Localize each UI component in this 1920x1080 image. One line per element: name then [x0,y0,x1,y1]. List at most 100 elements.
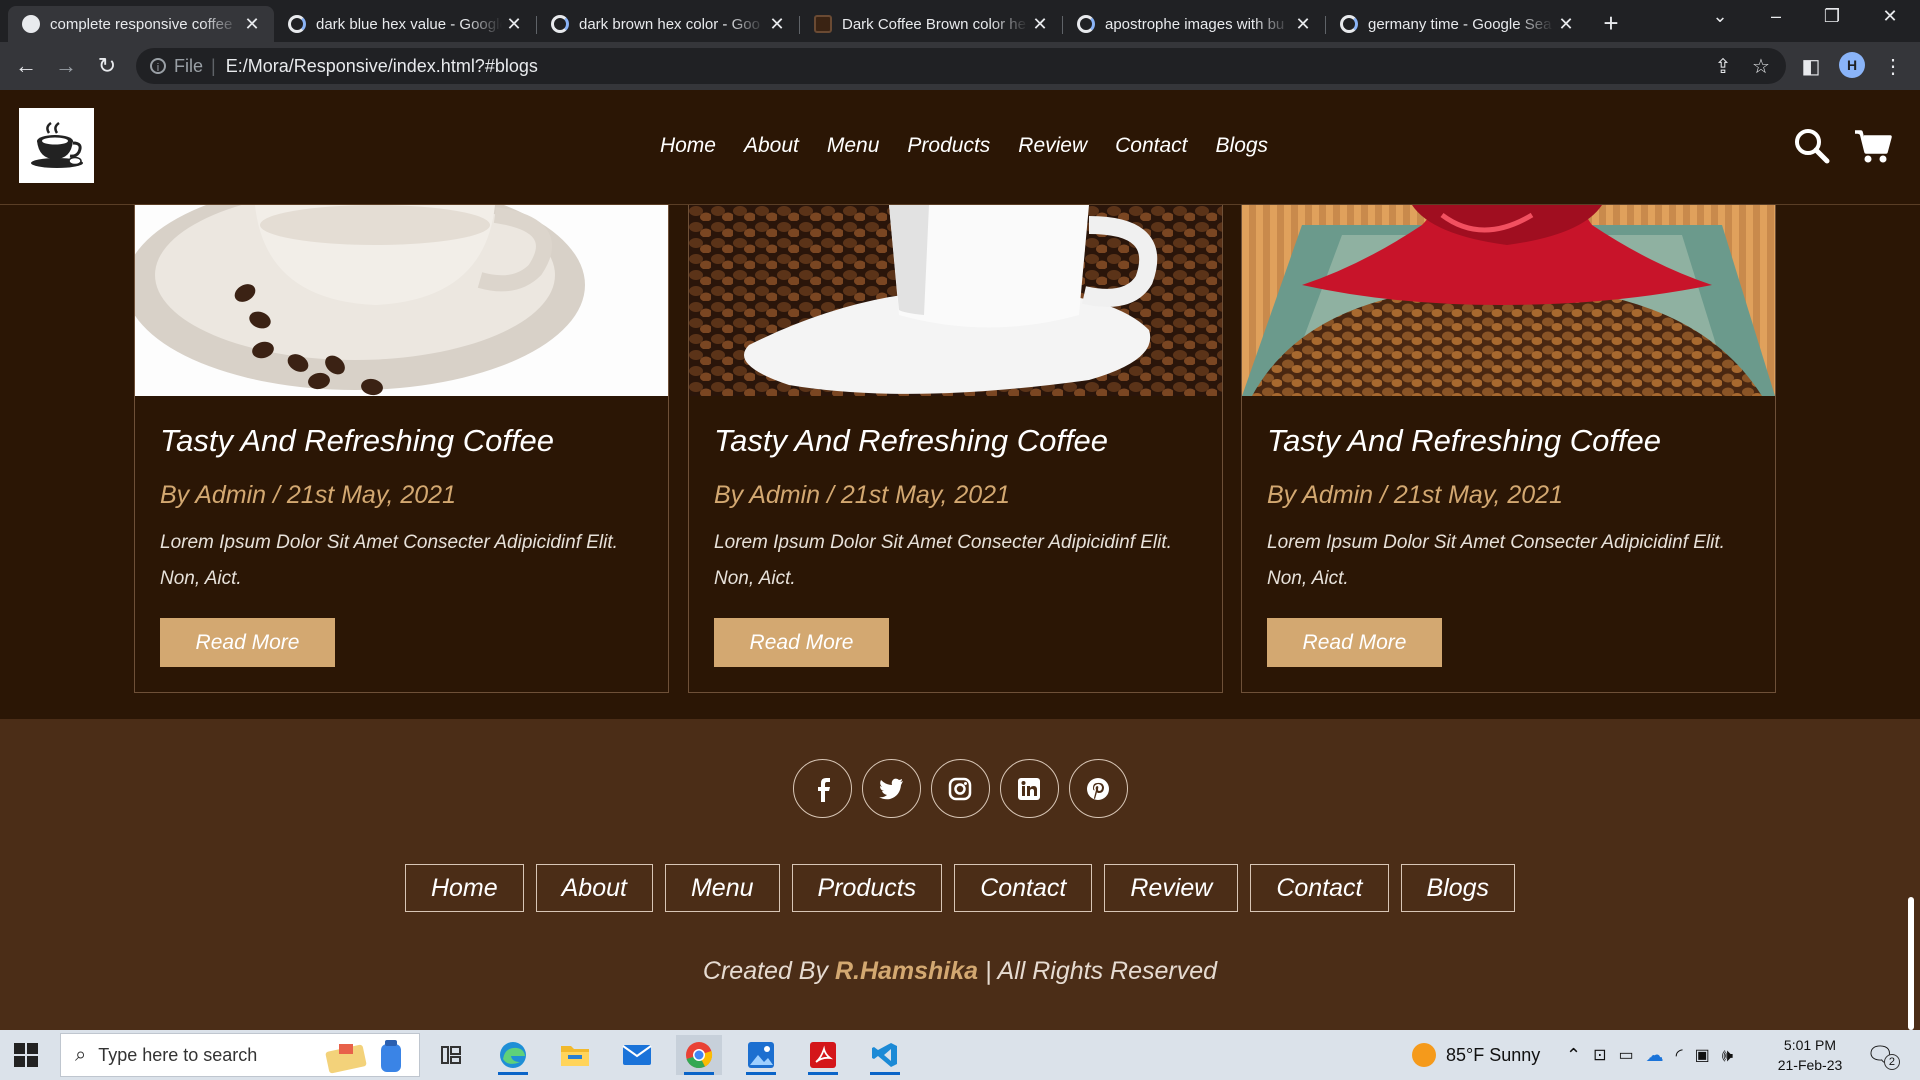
tab-label: germany time - Google Sea [1368,15,1552,33]
share-icon[interactable]: ⇪ [1710,54,1736,80]
twitter-icon[interactable] [861,759,921,818]
bookmark-star-icon[interactable]: ☆ [1748,54,1774,80]
close-tab-icon[interactable]: ✕ [765,14,789,35]
browser-tab-bar: complete responsive coffee ✕ dark blue h… [0,0,1920,42]
back-icon[interactable]: ← [10,50,42,82]
weather-widget[interactable]: 85°F Sunny [1412,1030,1540,1080]
address-field[interactable]: i File | E:/Mora/Responsive/index.html?#… [136,48,1786,84]
footer-credit: Created By R.Hamshika | All Rights Reser… [0,957,1920,986]
scheme-separator: | [211,55,216,76]
clock-date: 21-Feb-23 [1777,1057,1843,1073]
forward-icon[interactable]: → [50,50,82,82]
footer-link-blogs[interactable]: Blogs [1400,864,1516,912]
tab-germany-time[interactable]: germany time - Google Sea ✕ [1326,6,1588,42]
blog-meta: By Admin / 21st May, 2021 [1267,481,1563,509]
footer-link-contact[interactable]: Contact [954,864,1093,912]
page-icon [22,15,40,33]
tab-dark-brown-hex[interactable]: dark brown hex color - Goo ✕ [537,6,799,42]
nav-home[interactable]: Home [660,134,716,158]
volume-icon[interactable]: 🕪 [1722,1045,1733,1066]
vscode-icon[interactable] [862,1035,908,1075]
site-header: Home About Menu Products Review Contact … [0,90,1920,205]
search-icon[interactable] [1792,126,1832,166]
chevron-up-icon[interactable]: ⌃ [1566,1045,1581,1066]
profile-avatar[interactable]: H [1839,52,1865,78]
edge-icon[interactable] [490,1035,536,1075]
tab-complete-responsive-coffee[interactable]: complete responsive coffee ✕ [8,6,274,42]
tab-dark-blue-hex[interactable]: dark blue hex value - Google ✕ [274,6,536,42]
taskbar-search[interactable]: ⌕ Type here to search [60,1033,420,1077]
close-tab-icon[interactable]: ✕ [1291,14,1315,35]
nav-about[interactable]: About [744,134,799,158]
blog-excerpt: Lorem Ipsum Dolor Sit Amet Consecter Adi… [160,532,618,589]
doc-icon [814,15,832,33]
chrome-icon[interactable] [676,1035,722,1075]
footer-link-about[interactable]: About [535,864,653,912]
instagram-icon[interactable] [930,759,990,818]
reload-icon[interactable]: ↻ [91,50,123,82]
blog-meta: By Admin / 21st May, 2021 [160,481,456,509]
tab-label: apostrophe images with bu [1105,15,1285,33]
windows-start-icon[interactable] [14,1043,38,1067]
shopping-cart-icon[interactable] [1853,126,1893,166]
tab-apostrophe-images[interactable]: apostrophe images with bu ✕ [1063,6,1325,42]
weather-text: 85°F Sunny [1446,1044,1541,1065]
pinterest-icon[interactable] [1068,759,1128,818]
footer-link-home[interactable]: Home [404,864,524,912]
restore-icon[interactable]: ❐ [1812,6,1852,27]
close-tab-icon[interactable]: ✕ [1028,14,1052,35]
notification-icon: 🗨 2 [1866,1042,1900,1070]
display-icon[interactable]: ▣ [1695,1045,1710,1065]
scheme-label: File [174,55,204,76]
read-more-button[interactable]: Read More [714,618,889,667]
close-tab-icon[interactable]: ✕ [502,14,526,35]
nav-review[interactable]: Review [1018,134,1087,158]
onedrive-cloud-icon[interactable]: ☁ [1646,1045,1664,1066]
footer-link-review[interactable]: Review [1104,864,1239,912]
tab-label: dark blue hex value - Google [316,15,502,33]
site-footer: Home About Menu Products Contact Review … [0,719,1920,1030]
close-tab-icon[interactable]: ✕ [1554,14,1578,35]
file-explorer-icon[interactable] [552,1035,598,1075]
side-panel-icon[interactable]: ◧ [1798,54,1824,80]
nav-products[interactable]: Products [907,134,990,158]
minimize-icon[interactable]: – [1756,6,1796,27]
info-icon[interactable]: i [150,58,166,74]
close-tab-icon[interactable]: ✕ [240,14,264,35]
search-icon: ⌕ [75,1043,87,1066]
sun-icon [1412,1043,1436,1067]
read-more-button[interactable]: Read More [1267,618,1442,667]
facebook-icon[interactable] [792,759,852,818]
windows-taskbar: ⌕ Type here to search 85°F Sunny ⌃ ⊡ ▭ ☁… [0,1030,1920,1080]
credit-prefix: Created By [702,957,835,985]
taskbar-search-placeholder: Type here to search [98,1044,258,1065]
photos-icon[interactable] [738,1035,784,1075]
tab-search-icon[interactable]: ⌄ [1700,6,1740,27]
nav-blogs[interactable]: Blogs [1216,134,1269,158]
nav-menu[interactable]: Menu [827,134,880,158]
acrobat-icon[interactable] [800,1035,846,1075]
notification-center[interactable]: 🗨 2 [1866,1030,1900,1080]
page-scrollbar-thumb[interactable] [1908,897,1914,1030]
footer-link-contact-2[interactable]: Contact [1250,864,1389,912]
read-more-button[interactable]: Read More [160,618,335,667]
url-text[interactable]: E:/Mora/Responsive/index.html?#blogs [226,56,538,77]
new-tab-button[interactable]: + [1596,8,1626,39]
google-icon [551,15,569,33]
footer-links: Home About Menu Products Contact Review … [0,864,1920,912]
footer-link-menu[interactable]: Menu [664,864,780,912]
blog-meta: By Admin / 21st May, 2021 [714,481,1010,509]
wifi-icon[interactable]: ◜ [1676,1045,1683,1066]
task-view-icon[interactable] [428,1035,474,1075]
menu-kebab-icon[interactable]: ⋮ [1880,54,1906,80]
tab-dark-coffee-brown[interactable]: Dark Coffee Brown color he ✕ [800,6,1062,42]
blog-image [1242,205,1775,396]
close-window-icon[interactable]: ✕ [1870,6,1910,27]
nav-contact[interactable]: Contact [1115,134,1187,158]
linkedin-icon[interactable] [999,759,1059,818]
battery-icon[interactable]: ▭ [1619,1045,1634,1065]
taskbar-clock[interactable]: 5:01 PM 21-Feb-23 [1772,1035,1848,1075]
footer-link-products[interactable]: Products [791,864,943,912]
mail-icon[interactable] [614,1035,660,1075]
meet-now-icon[interactable]: ⊡ [1593,1045,1606,1065]
